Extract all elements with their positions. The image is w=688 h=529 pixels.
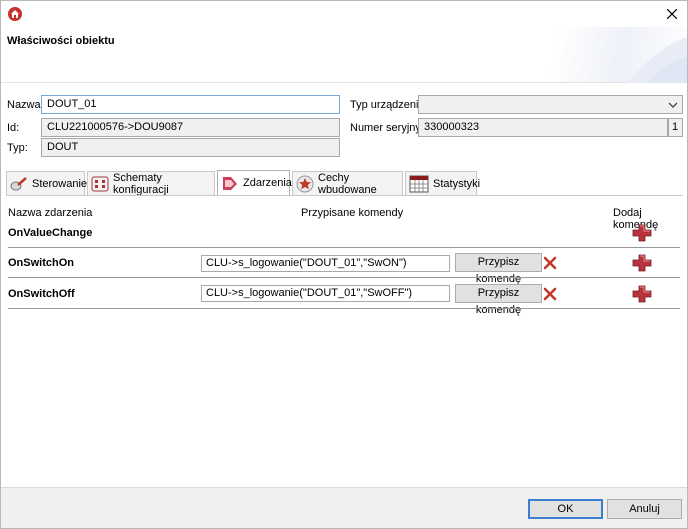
- delete-command-button-onswitchon[interactable]: [543, 256, 557, 273]
- tab-label: Zdarzenia: [243, 177, 292, 189]
- add-command-button-onvaluechange[interactable]: [632, 224, 652, 245]
- header-decoration: [597, 27, 687, 83]
- id-label: Id:: [7, 122, 20, 134]
- dialog-title: Właściwości obiektu: [7, 35, 115, 47]
- tab-label: Cechy wbudowane: [318, 171, 377, 196]
- serial-index-field: 1: [668, 118, 683, 137]
- device-type-label: Typ urządzenia:: [350, 99, 428, 111]
- event-name-onvaluechange: OnValueChange: [8, 227, 93, 239]
- events-icon: [221, 175, 239, 191]
- close-icon: [667, 9, 677, 19]
- tab-sterowanie[interactable]: Sterowanie: [6, 171, 88, 195]
- tab-label: Sterowanie: [32, 177, 88, 190]
- row-separator: [8, 308, 680, 309]
- dialog-header: Właściwości obiektu: [1, 27, 687, 83]
- close-button[interactable]: [657, 1, 687, 27]
- row-separator: [8, 247, 680, 248]
- type-field: DOUT: [41, 138, 340, 157]
- tab-label: Schematy konfiguracji: [113, 171, 169, 196]
- calendar-icon: [409, 175, 429, 193]
- dialog-footer: OK Anuluj: [1, 487, 687, 528]
- tab-schematy-konfiguracji[interactable]: Schematy konfiguracji: [87, 171, 215, 196]
- tab-cechy-wbudowane[interactable]: Cechy wbudowane: [292, 171, 403, 196]
- plus-icon: [632, 254, 652, 272]
- cancel-button[interactable]: Anuluj: [607, 499, 682, 519]
- serial-field: 330000323: [418, 118, 668, 137]
- tab-bar: Sterowanie Schematy konfiguracji Zdarzen…: [6, 170, 683, 196]
- delete-command-button-onswitchoff[interactable]: [543, 287, 557, 304]
- command-field-onswitchoff[interactable]: CLU->s_logowanie("DOUT_01","SwOFF"): [201, 285, 450, 302]
- device-type-select[interactable]: [418, 95, 683, 114]
- chevron-down-icon: [668, 102, 678, 108]
- tab-statystyki[interactable]: Statystyki: [405, 171, 481, 195]
- star-badge-icon: [296, 175, 314, 193]
- col-event-name: Nazwa zdarzenia: [8, 207, 93, 219]
- event-name-onswitchoff: OnSwitchOff: [8, 288, 75, 300]
- row-separator: [8, 277, 680, 278]
- type-label: Typ:: [7, 142, 28, 154]
- assign-command-button-onswitchon[interactable]: Przypisz komendę: [455, 253, 542, 285]
- plus-icon: [632, 285, 652, 303]
- plus-icon: [632, 224, 652, 242]
- events-panel: Nazwa zdarzenia Przypisane komendy Dodaj…: [6, 195, 683, 487]
- tab-zdarzenia[interactable]: Zdarzenia: [217, 170, 292, 195]
- command-field-onswitchon[interactable]: CLU->s_logowanie("DOUT_01","SwON"): [201, 255, 450, 272]
- delete-x-icon: [543, 256, 557, 270]
- ok-button[interactable]: OK: [528, 499, 603, 519]
- control-icon: [10, 176, 28, 192]
- id-field: CLU221000576->DOU9087: [41, 118, 340, 137]
- title-bar: [1, 1, 687, 27]
- col-assigned-commands: Przypisane komendy: [301, 207, 404, 219]
- assign-command-button-onswitchoff[interactable]: Przypisz komendę: [455, 284, 542, 316]
- properties-dialog: Właściwości obiektu Nazwa: DOUT_01 Id: C…: [0, 0, 688, 529]
- tab-label: Statystyki: [433, 177, 481, 190]
- delete-x-icon: [543, 287, 557, 301]
- serial-label: Numer seryjny:: [350, 122, 424, 134]
- event-name-onswitchon: OnSwitchOn: [8, 257, 74, 269]
- name-label: Nazwa:: [7, 99, 44, 111]
- app-home-icon: [8, 7, 22, 21]
- config-schema-icon: [91, 176, 109, 192]
- name-input[interactable]: DOUT_01: [41, 95, 340, 114]
- add-command-button-onswitchoff[interactable]: [632, 285, 652, 306]
- add-command-button-onswitchon[interactable]: [632, 254, 652, 275]
